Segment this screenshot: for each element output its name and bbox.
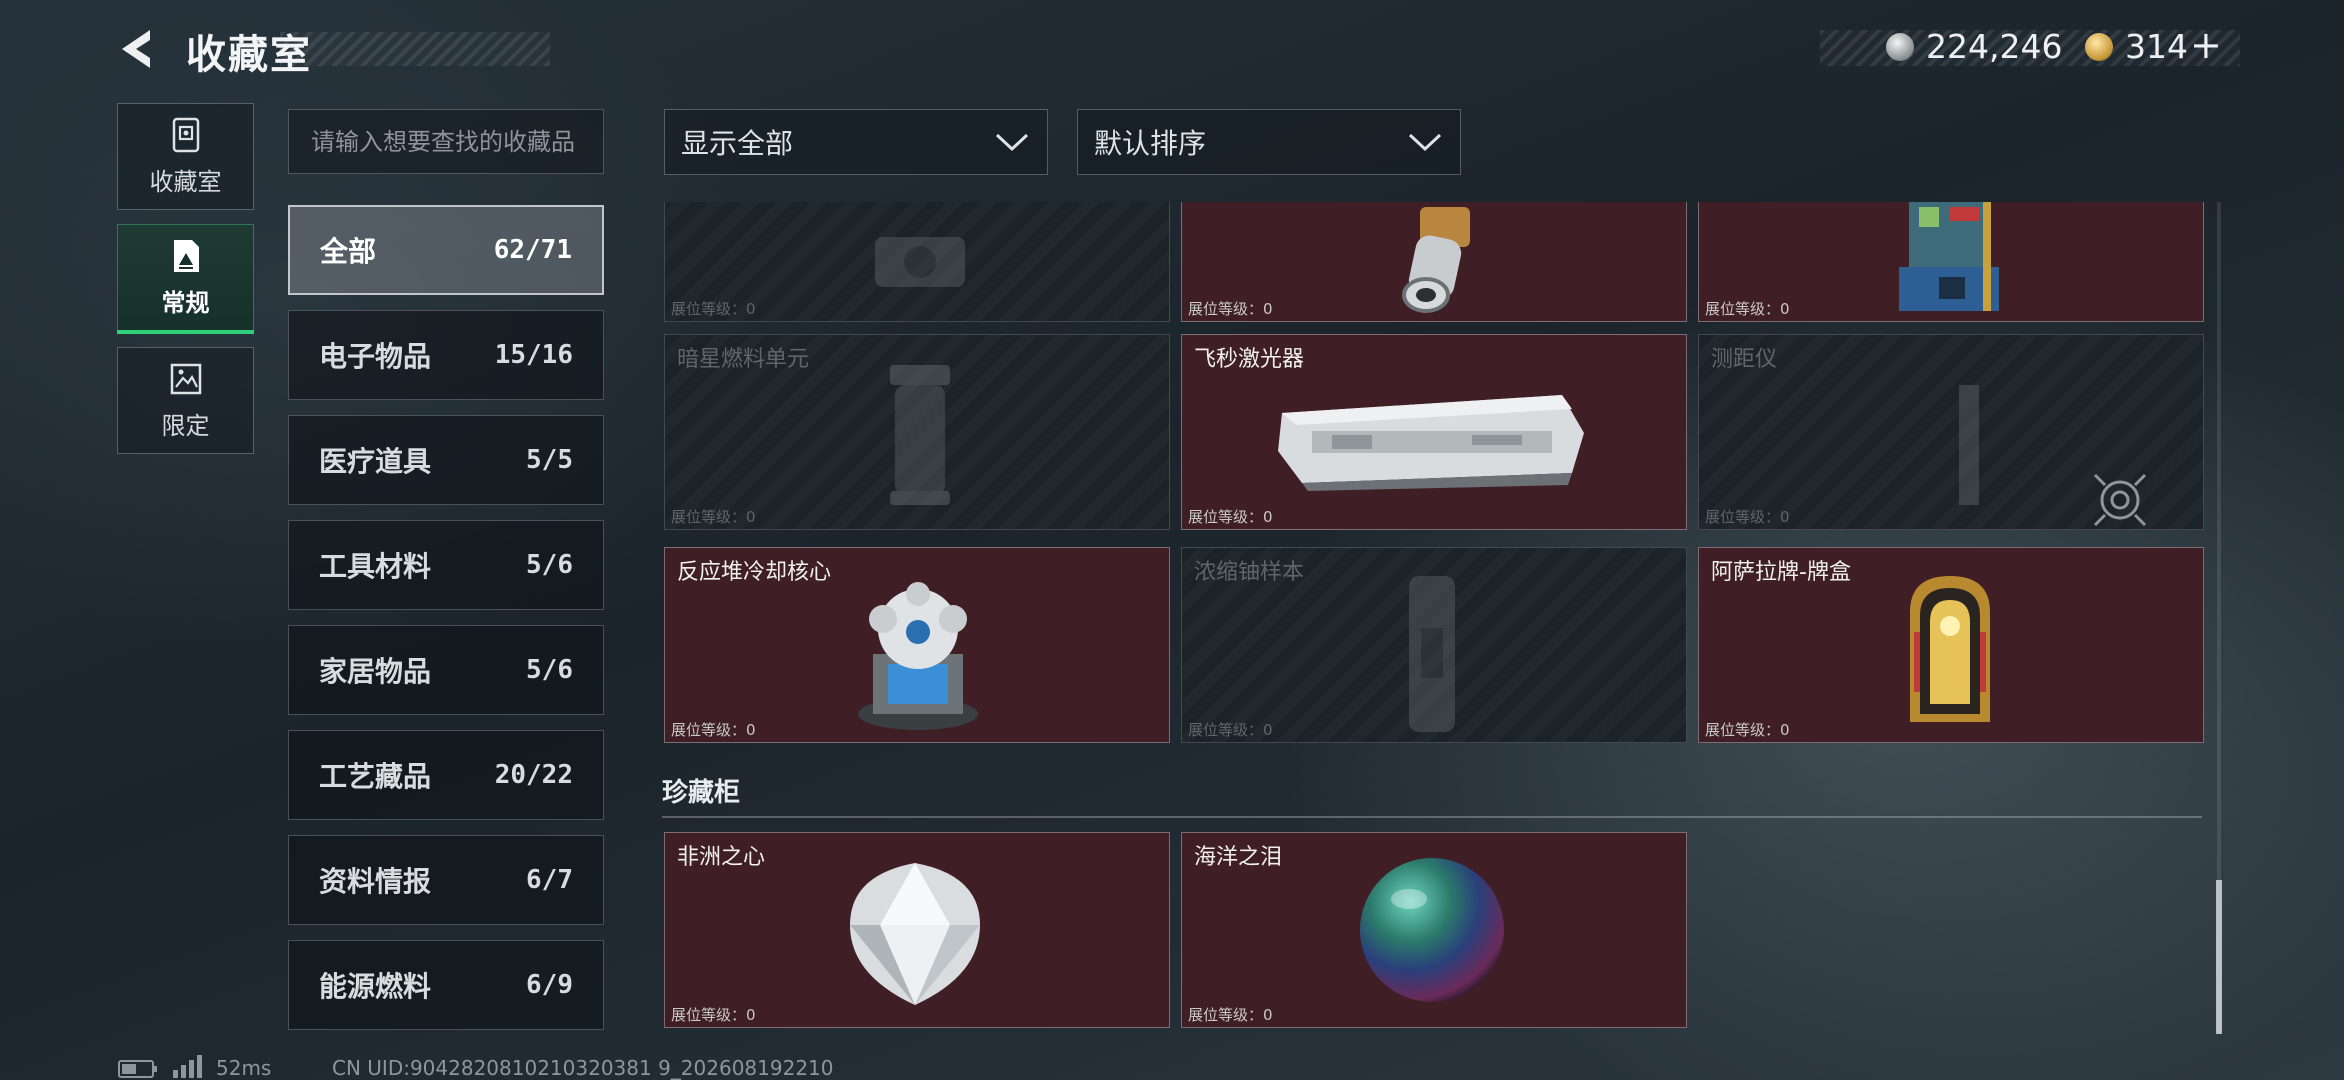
category-electronics[interactable]: 电子物品 15/16 xyxy=(288,310,604,400)
collection-card[interactable]: 展位等级：0 xyxy=(664,202,1170,322)
item-name: 海洋之泪 xyxy=(1194,845,1283,870)
rangefinder-icon xyxy=(1959,385,1979,505)
limited-icon xyxy=(170,363,201,395)
uranium-sample-icon xyxy=(1409,576,1455,732)
search-input[interactable] xyxy=(288,109,604,174)
category-intel[interactable]: 资料情报 6/7 xyxy=(288,835,604,925)
collection-card[interactable]: 暗星燃料单元 展位等级：0 xyxy=(664,334,1170,530)
category-fuel[interactable]: 能源燃料 6/9 xyxy=(288,940,604,1030)
chevron-down-icon xyxy=(1408,133,1442,152)
item-name: 非洲之心 xyxy=(677,845,766,870)
booth-level: 展位等级：0 xyxy=(1188,300,1273,318)
collection-card[interactable]: 反应堆冷却核心 展位等级：0 xyxy=(664,547,1170,743)
category-medical[interactable]: 医疗道具 5/5 xyxy=(288,415,604,505)
nav-collection[interactable]: 收藏室 xyxy=(117,103,254,210)
collection-card[interactable]: 测距仪 展位等级：0 xyxy=(1698,334,2204,530)
dropdown-value: 显示全部 xyxy=(681,127,794,160)
category-name: 资料情报 xyxy=(319,865,432,898)
section-divider xyxy=(662,816,2202,818)
silver-balance: 224,246 xyxy=(1926,27,2063,66)
booth-level: 展位等级：0 xyxy=(1188,1006,1273,1024)
nav-label: 收藏室 xyxy=(149,168,222,196)
ping-readout: 52ms xyxy=(216,1056,272,1080)
category-name: 全部 xyxy=(320,235,377,268)
gallery-icon xyxy=(173,240,199,272)
treasure-section-title: 珍藏柜 xyxy=(662,778,741,808)
nav-limited[interactable]: 限定 xyxy=(117,347,254,454)
gold-coin-icon xyxy=(2085,33,2113,61)
back-arrow-icon[interactable] xyxy=(116,26,160,72)
add-currency-button[interactable]: + xyxy=(2190,23,2222,67)
booth-level: 展位等级：0 xyxy=(671,508,756,526)
lens-icon xyxy=(1402,207,1470,313)
reactor-core-icon xyxy=(858,582,978,730)
collection-card[interactable]: 浓缩铀样本 展位等级：0 xyxy=(1181,547,1687,743)
category-count: 5/5 xyxy=(526,445,573,475)
uid-text: CN UID:9042820810210320381 9_20260819221… xyxy=(332,1056,834,1080)
machine-icon xyxy=(1899,202,1999,311)
laser-icon xyxy=(1278,395,1584,491)
booth-level: 展位等级：0 xyxy=(1705,300,1790,318)
category-count: 6/9 xyxy=(526,970,573,1000)
collection-card[interactable]: 阿萨拉牌-牌盒 展位等级：0 xyxy=(1698,547,2204,743)
fuel-cell-icon xyxy=(890,365,950,505)
category-household[interactable]: 家居物品 5/6 xyxy=(288,625,604,715)
category-all[interactable]: 全部 62/71 xyxy=(288,205,604,295)
category-name: 能源燃料 xyxy=(319,970,432,1003)
card-box-icon xyxy=(1910,576,1990,722)
header-decoration xyxy=(280,32,550,66)
signal-icon xyxy=(173,1055,202,1078)
booth-level: 展位等级：0 xyxy=(671,1006,756,1024)
booth-level: 展位等级：0 xyxy=(671,721,756,739)
item-name: 浓缩铀样本 xyxy=(1194,560,1305,585)
scrollbar-thumb[interactable] xyxy=(2216,880,2222,1034)
item-name: 测距仪 xyxy=(1711,347,1778,372)
category-tools[interactable]: 工具材料 5/6 xyxy=(288,520,604,610)
collection-card[interactable]: 展位等级：0 xyxy=(1698,202,2204,322)
category-count: 62/71 xyxy=(493,235,572,265)
booth-level: 展位等级：0 xyxy=(671,300,756,318)
category-count: 6/7 xyxy=(526,865,573,895)
treasure-card[interactable]: 非洲之心 展位等级：0 xyxy=(664,832,1170,1028)
display-filter-dropdown[interactable]: 显示全部 xyxy=(664,109,1048,175)
category-count: 20/22 xyxy=(494,760,573,790)
category-name: 家居物品 xyxy=(319,655,432,688)
item-name: 反应堆冷却核心 xyxy=(677,560,832,585)
category-name: 医疗道具 xyxy=(319,445,432,478)
dropdown-value: 默认排序 xyxy=(1094,127,1207,160)
booth-level: 展位等级：0 xyxy=(1188,721,1273,739)
collection-grid: 展位等级：0 展位等级：0 展位等级：0 暗星燃料单元 展位等级：0 飞秒激光器… xyxy=(660,202,2210,1034)
booth-level: 展位等级：0 xyxy=(1188,508,1273,526)
battery-icon xyxy=(118,1060,157,1078)
item-name: 飞秒激光器 xyxy=(1194,347,1305,372)
target-icon xyxy=(2093,473,2147,527)
collection-icon xyxy=(172,117,199,153)
category-name: 电子物品 xyxy=(319,340,432,373)
item-name: 阿萨拉牌-牌盒 xyxy=(1711,560,1851,585)
silver-coin-icon xyxy=(1886,33,1914,61)
category-name: 工艺藏品 xyxy=(319,760,432,793)
category-count: 15/16 xyxy=(494,340,573,370)
category-name: 工具材料 xyxy=(319,550,432,583)
category-count: 5/6 xyxy=(526,550,573,580)
pearl-icon xyxy=(1360,858,1504,1002)
nav-label: 限定 xyxy=(161,412,210,440)
category-count: 5/6 xyxy=(526,655,573,685)
sort-dropdown[interactable]: 默认排序 xyxy=(1077,109,1461,175)
nav-regular[interactable]: 常规 xyxy=(117,224,254,334)
item-name: 暗星燃料单元 xyxy=(677,347,810,372)
collection-card[interactable]: 飞秒激光器 展位等级：0 xyxy=(1181,334,1687,530)
chevron-down-icon xyxy=(995,133,1029,152)
page-title: 收藏室 xyxy=(186,32,312,78)
treasure-card[interactable]: 海洋之泪 展位等级：0 xyxy=(1181,832,1687,1028)
gold-balance: 314 xyxy=(2125,27,2188,66)
booth-level: 展位等级：0 xyxy=(1705,721,1790,739)
diamond-icon xyxy=(850,863,980,1005)
collection-card[interactable]: 展位等级：0 xyxy=(1181,202,1687,322)
nav-label: 常规 xyxy=(161,289,210,317)
category-crafts[interactable]: 工艺藏品 20/22 xyxy=(288,730,604,820)
booth-level: 展位等级：0 xyxy=(1705,508,1790,526)
device-icon xyxy=(875,237,965,287)
